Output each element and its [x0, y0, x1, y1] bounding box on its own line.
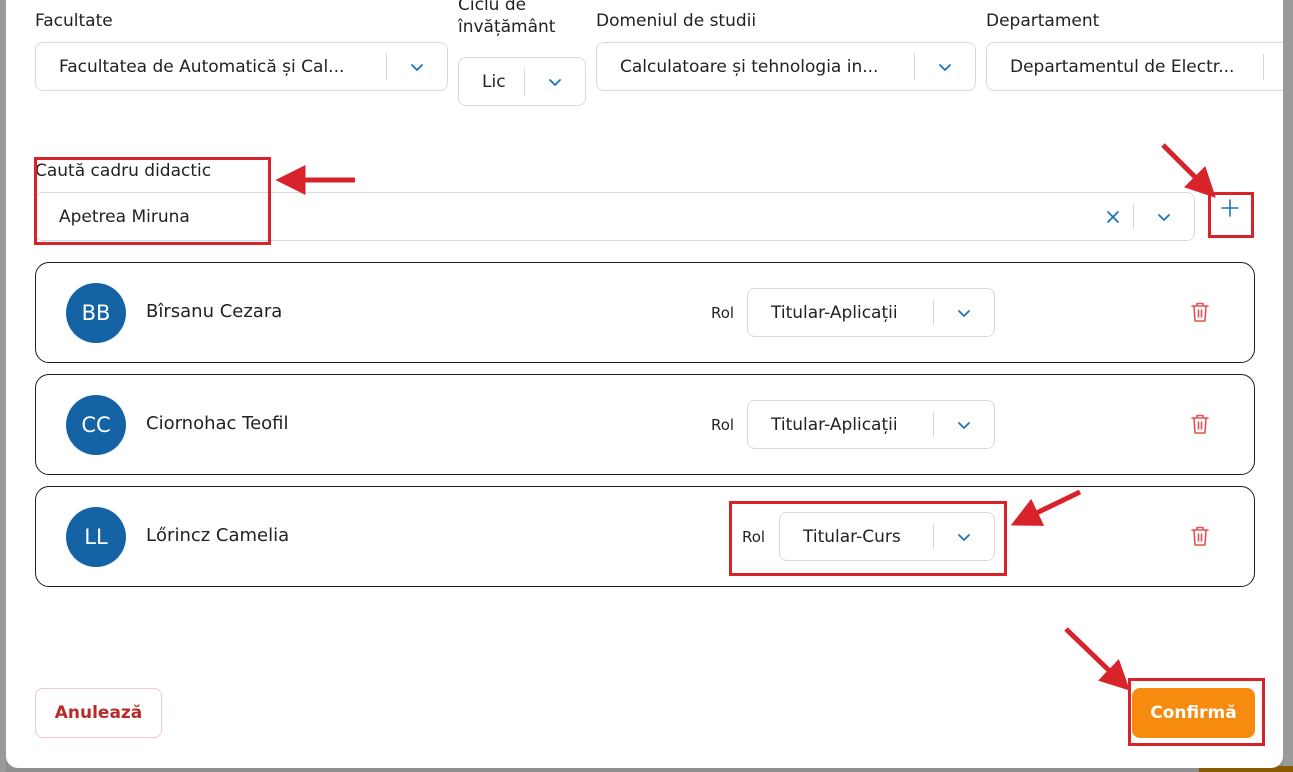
avatar: CC [66, 395, 126, 455]
role-value: Titular-Curs [803, 526, 901, 547]
delete-button[interactable] [1187, 299, 1213, 325]
teacher-name: Lőrincz Camelia [146, 525, 290, 546]
delete-button[interactable] [1187, 523, 1213, 549]
faculty-value: Facultatea de Automatică și Cal... [59, 56, 345, 77]
cycle-select[interactable]: Lic [458, 57, 586, 106]
department-value: Departamentul de Electr... [1010, 56, 1235, 77]
cancel-button[interactable]: Anulează [35, 688, 162, 738]
chevron-down-icon[interactable] [934, 417, 994, 433]
avatar: BB [66, 283, 126, 343]
search-value: Apetrea Miruna [59, 206, 190, 227]
teacher-name: Bîrsanu Cezara [146, 301, 283, 322]
domain-select[interactable]: Calculatoare și tehnologia in... [596, 42, 976, 91]
search-label: Caută cadru didactic [35, 161, 212, 181]
chevron-down-icon[interactable] [934, 529, 994, 545]
trash-icon [1191, 302, 1209, 322]
search-input[interactable]: Apetrea Miruna [35, 192, 1195, 241]
role-value: Titular-Aplicații [771, 302, 898, 323]
role-select[interactable]: Titular-Aplicații [747, 400, 995, 449]
trash-icon [1191, 414, 1209, 434]
add-teacher-button[interactable] [1212, 190, 1248, 226]
chevron-down-icon[interactable] [1134, 209, 1194, 225]
faculty-label: Facultate [35, 11, 113, 31]
plus-icon [1221, 199, 1239, 217]
role-label: Rol [711, 304, 735, 322]
domain-label: Domeniul de studii [596, 11, 757, 31]
select-separator [1263, 53, 1264, 80]
department-label: Departament [986, 11, 1100, 31]
role-select[interactable]: Titular-Aplicații [747, 288, 995, 337]
avatar: LL [66, 507, 126, 567]
faculty-select[interactable]: Facultatea de Automatică și Cal... [35, 42, 448, 91]
chevron-down-icon[interactable] [387, 59, 447, 75]
teacher-card: BB Bîrsanu Cezara Rol Titular-Aplicații [35, 262, 1255, 363]
teacher-name: Ciornohac Teofil [146, 413, 289, 434]
department-select[interactable]: Departamentul de Electr... [986, 42, 1283, 91]
domain-value: Calculatoare și tehnologia in... [620, 56, 879, 77]
assign-teachers-modal: Facultate Facultatea de Automatică și Ca… [6, 0, 1283, 768]
cycle-label: Ciclu de învățământ [458, 0, 556, 38]
role-label: Rol [742, 528, 766, 546]
background-page-right [1283, 0, 1293, 772]
chevron-down-icon[interactable] [915, 59, 975, 75]
clear-icon[interactable] [1093, 209, 1133, 225]
role-select[interactable]: Titular-Curs [779, 512, 995, 561]
chevron-down-icon[interactable] [525, 74, 585, 90]
chevron-down-icon[interactable] [934, 305, 994, 321]
teacher-card: CC Ciornohac Teofil Rol Titular-Aplicați… [35, 374, 1255, 475]
role-label: Rol [711, 416, 735, 434]
trash-icon [1191, 526, 1209, 546]
teacher-card: LL Lőrincz Camelia Rol Titular-Curs [35, 486, 1255, 587]
role-value: Titular-Aplicații [771, 414, 898, 435]
delete-button[interactable] [1187, 411, 1213, 437]
cycle-value: Lic [482, 71, 506, 92]
confirm-button[interactable]: Confirmă [1132, 688, 1255, 738]
